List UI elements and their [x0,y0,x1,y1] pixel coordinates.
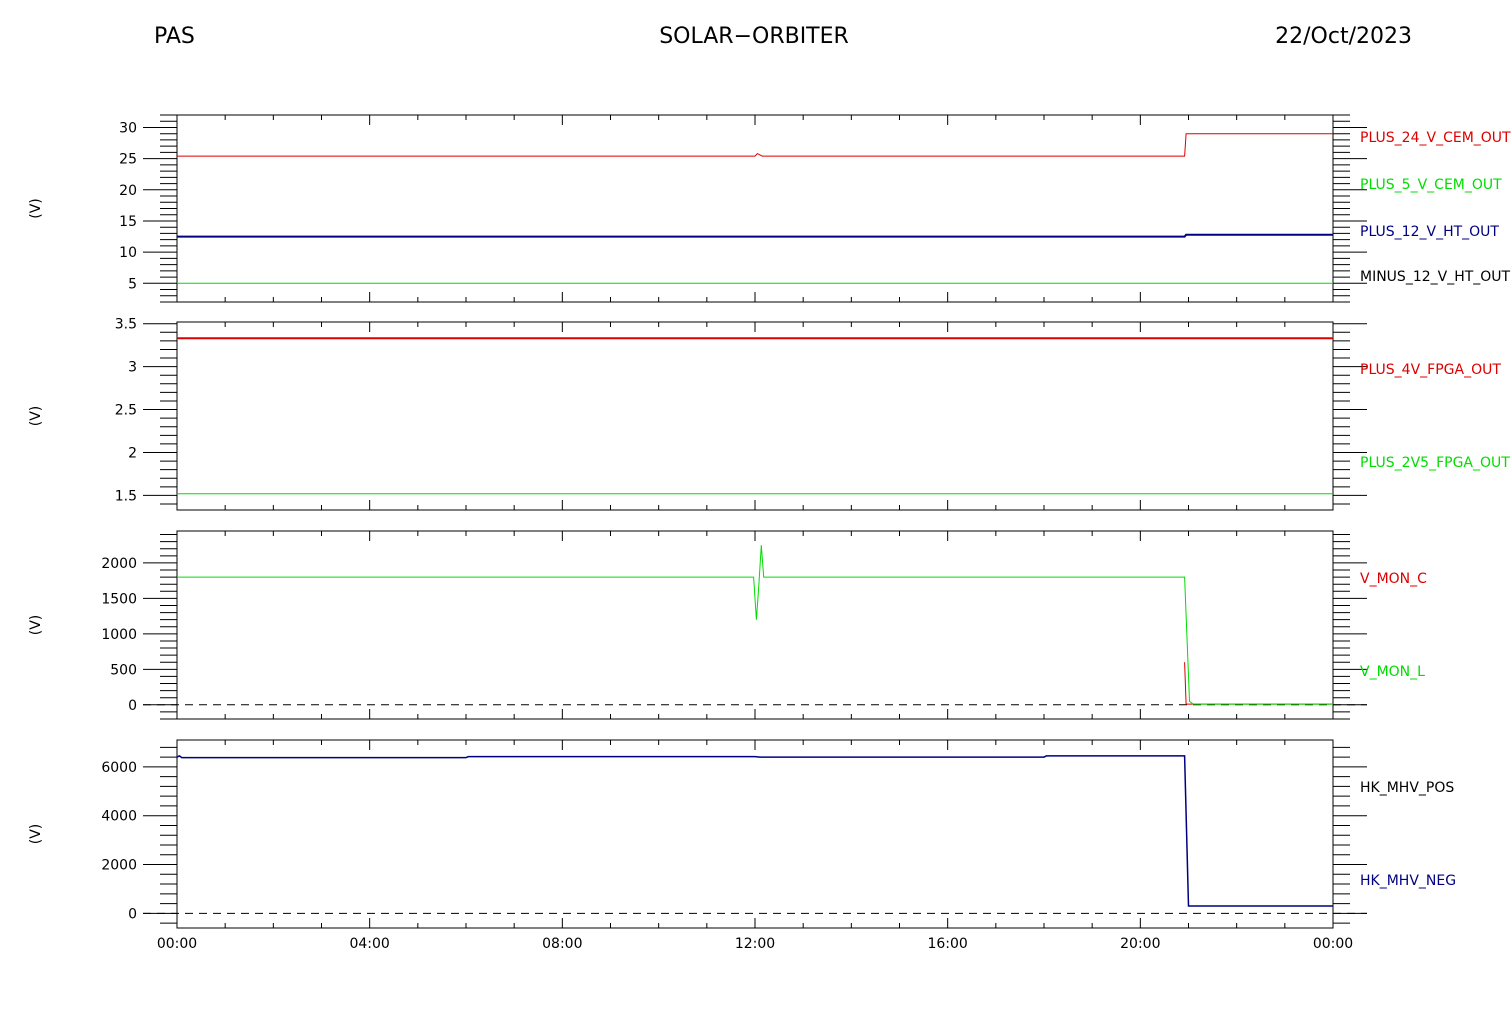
y-tick-label: 2.5 [115,403,137,419]
series-label: MINUS_12_V_HT_OUT [1360,269,1511,285]
plot-frame [176,321,1334,511]
y-tick-label: 500 [110,662,137,678]
panel-4: 0 2000 4000 6000 00:00 04:00 08:00 12:00 16:00 20… [28,739,1456,952]
plot-frame [176,530,1334,720]
plot-frame [176,114,1334,303]
series-label: HK_MHV_POS [1360,780,1454,796]
x-tick-label: 00:00 [1313,936,1353,952]
series-line [1184,662,1333,705]
y-tick-label: 1.5 [115,488,137,504]
panel-1: 5 10 15 20 25 30 (V) PLUS_24_V_CEM_OUT PLUS_5_V_… [28,114,1511,303]
y-tick-label: 0 [128,906,137,922]
series-label: V_MON_C [1360,571,1427,587]
y-tick-label: 2 [128,445,137,461]
timeseries-panels: 51015202530(V)PLUS_24_V_CEM_OUTPLUS_5_V_… [28,114,1511,952]
y-axis-label: (V) [28,824,44,845]
series-label: PLUS_5_V_CEM_OUT [1360,177,1502,193]
y-axis-label: (V) [28,615,44,636]
series-line [176,755,1333,907]
y-tick-label: 0 [128,698,137,714]
series-label: PLUS_4V_FPGA_OUT [1360,362,1501,378]
y-tick-label: 30 [119,120,137,136]
y-axis-label: (V) [28,406,44,427]
x-tick-label: 20:00 [1120,936,1160,952]
y-tick-label: 25 [119,152,137,168]
y-tick-label: 6000 [101,760,137,776]
series-label: PLUS_2V5_FPGA_OUT [1360,455,1510,471]
series-line [177,233,1333,238]
x-tick-label: 04:00 [349,936,389,952]
series-label: V_MON_L [1360,664,1425,680]
series-label: PLUS_12_V_HT_OUT [1360,224,1499,240]
y-tick-label: 1500 [101,591,137,607]
series-line [177,133,1333,157]
y-axis-label: (V) [28,198,44,219]
series-label: HK_MHV_NEG [1360,873,1456,889]
y-tick-label: 1000 [101,627,137,643]
x-tick-label: 12:00 [735,936,775,952]
y-tick-label: 3 [128,360,137,376]
series-label: PLUS_24_V_CEM_OUT [1360,130,1511,146]
x-tick-label: 00:00 [157,936,197,952]
y-tick-label: 10 [119,245,137,261]
series-line [177,545,1333,705]
plot-frame [176,739,1334,929]
y-tick-label: 20 [119,183,137,199]
panel-2: 1.5 2 2.5 3 3.5 (V) PLUS_4V_FPGA_OUT PLUS_2V5_F… [28,317,1510,511]
y-tick-label: 2000 [101,858,137,874]
y-tick-label: 3.5 [115,317,137,333]
y-tick-label: 5 [128,276,137,292]
x-tick-label: 08:00 [542,936,582,952]
panel-3: 0 500 1000 1500 2000 (V) V_MON_C V_MON_L [28,530,1427,720]
y-tick-label: 4000 [101,809,137,825]
x-tick-label: 16:00 [927,936,967,952]
y-tick-label: 15 [119,214,137,230]
y-tick-label: 2000 [101,556,137,572]
